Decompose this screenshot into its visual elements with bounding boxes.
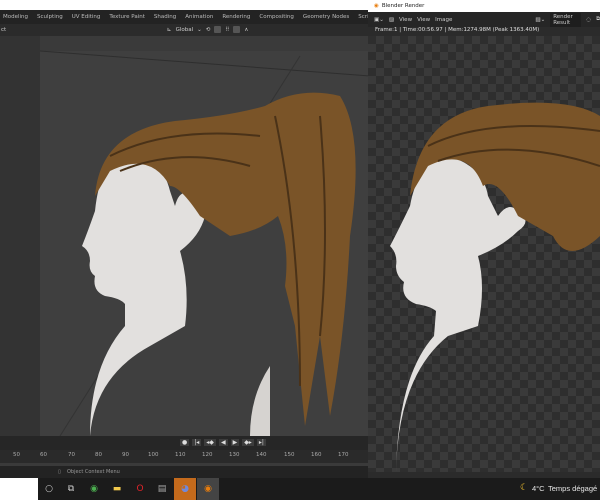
app-icon[interactable]: ▤ <box>151 478 173 500</box>
render-title-bar: ◉ Blender Render <box>368 0 600 12</box>
frame-tick: 140 <box>256 452 267 458</box>
next-keyframe-button[interactable]: ◆▸ <box>242 439 254 446</box>
snap-icon[interactable]: ⠿ <box>225 27 229 33</box>
tab-compositing[interactable]: Compositing <box>259 14 293 20</box>
frame-tick: 130 <box>229 452 240 458</box>
blender-main-window: Modeling Sculpting UV Editing Texture Pa… <box>0 0 396 478</box>
view-mode-button[interactable]: ▨ <box>389 17 394 23</box>
frame-tick: 100 <box>148 452 159 458</box>
frame-tick: 150 <box>284 452 295 458</box>
tab-geometry-nodes[interactable]: Geometry Nodes <box>303 14 349 20</box>
jump-start-button[interactable]: |◂ <box>192 439 202 446</box>
pivot-icon[interactable]: ⟲ <box>206 27 211 33</box>
weather-text[interactable]: Temps dégagé <box>548 484 597 493</box>
snap-toggle[interactable] <box>214 26 222 33</box>
fake-user-icon[interactable]: ◌ <box>586 17 591 23</box>
workspace-tabs: Modeling Sculpting UV Editing Texture Pa… <box>0 10 396 24</box>
falloff-icon[interactable]: ∧ <box>244 27 248 33</box>
tab-texture-paint[interactable]: Texture Paint <box>109 14 145 20</box>
task-view-icon[interactable]: ⧉ <box>60 478 82 500</box>
mouse-icon: ▯ <box>58 469 61 475</box>
windows-taskbar: ○ ⧉ ◉ ▬ O ▤ ◕ ◉ ☾ 4°C Temps dégagé <box>0 478 600 500</box>
head-render <box>390 156 526 472</box>
tab-modeling[interactable]: Modeling <box>3 14 28 20</box>
frame-tick: 120 <box>202 452 213 458</box>
image-editor-header: ▣⌄ ▨ View View Image ▨⌄ Render Result ◌ … <box>368 12 600 27</box>
menu-view-dropdown[interactable]: View <box>399 17 412 23</box>
object-menu[interactable]: ct <box>0 27 6 33</box>
tab-animation[interactable]: Animation <box>185 14 213 20</box>
record-button[interactable]: ● <box>180 439 190 446</box>
play-reverse-button[interactable]: ◀ <box>218 439 228 446</box>
frame-tick: 170 <box>338 452 349 458</box>
render-window: ◉ Blender Render ▣⌄ ▨ View View Image ▨⌄… <box>368 0 600 478</box>
image-slot-field[interactable]: Render Result <box>550 12 582 27</box>
file-explorer-icon[interactable]: ▬ <box>106 478 128 500</box>
orientation-dropdown[interactable]: Global <box>176 27 194 33</box>
frame-tick: 160 <box>311 452 322 458</box>
cortana-icon[interactable]: ○ <box>38 478 60 500</box>
chevron-down-icon: ⌄ <box>197 26 202 33</box>
blender-icon[interactable]: ◉ <box>197 478 219 500</box>
frame-tick: 110 <box>175 452 186 458</box>
render-info: Frame:1 | Time:00:56.97 | Mem:1274.98M (… <box>375 27 540 33</box>
render-result-image[interactable] <box>368 36 600 472</box>
tab-sculpting[interactable]: Sculpting <box>37 14 63 20</box>
frame-tick: 60 <box>40 452 47 458</box>
frame-tick: 80 <box>95 452 102 458</box>
discord-icon[interactable]: ◕ <box>174 478 196 500</box>
status-hint: Object Context Menu <box>67 469 120 475</box>
moon-icon: ☾ <box>520 483 529 493</box>
timeline-ruler[interactable]: 50 60 70 80 90 100 110 120 130 140 150 1… <box>0 450 370 466</box>
play-button[interactable]: ▶ <box>230 439 240 446</box>
proportional-edit-toggle[interactable] <box>233 26 241 33</box>
menu-view[interactable]: View <box>417 17 430 23</box>
opera-icon[interactable]: O <box>129 478 151 500</box>
scene-render <box>0 36 370 436</box>
chrome-icon[interactable]: ◉ <box>83 478 105 500</box>
menu-image[interactable]: Image <box>435 17 452 23</box>
tab-rendering[interactable]: Rendering <box>222 14 250 20</box>
blender-logo-icon: ◉ <box>374 3 379 9</box>
jump-end-button[interactable]: ▸| <box>256 439 266 446</box>
image-browse-button[interactable]: ▨⌄ <box>535 17 545 23</box>
frame-tick: 50 <box>13 452 20 458</box>
weather-temp[interactable]: 4°C <box>532 484 545 493</box>
viewport-header: ct ⊾ Global ⌄ ⟲ ⠿ ∧ <box>0 24 370 36</box>
3d-viewport[interactable] <box>0 36 370 436</box>
transform-orientation-icon: ⊾ <box>167 26 172 33</box>
search-box[interactable] <box>0 478 38 500</box>
window-title: Blender Render <box>381 3 425 9</box>
render-image <box>390 102 600 472</box>
copy-icon[interactable]: ⧉ <box>596 16 600 23</box>
tab-shading[interactable]: Shading <box>154 14 176 20</box>
frame-tick: 90 <box>122 452 129 458</box>
timeline-header: ● |◂ ◂◆ ◀ ▶ ◆▸ ▸| <box>0 436 370 450</box>
editor-type-button[interactable]: ▣⌄ <box>374 17 384 23</box>
tab-uv-editing[interactable]: UV Editing <box>72 14 101 20</box>
prev-keyframe-button[interactable]: ◂◆ <box>204 439 216 446</box>
title-bar <box>0 0 370 10</box>
status-bar: ▯ Object Context Menu <box>0 466 370 478</box>
frame-tick: 70 <box>68 452 75 458</box>
